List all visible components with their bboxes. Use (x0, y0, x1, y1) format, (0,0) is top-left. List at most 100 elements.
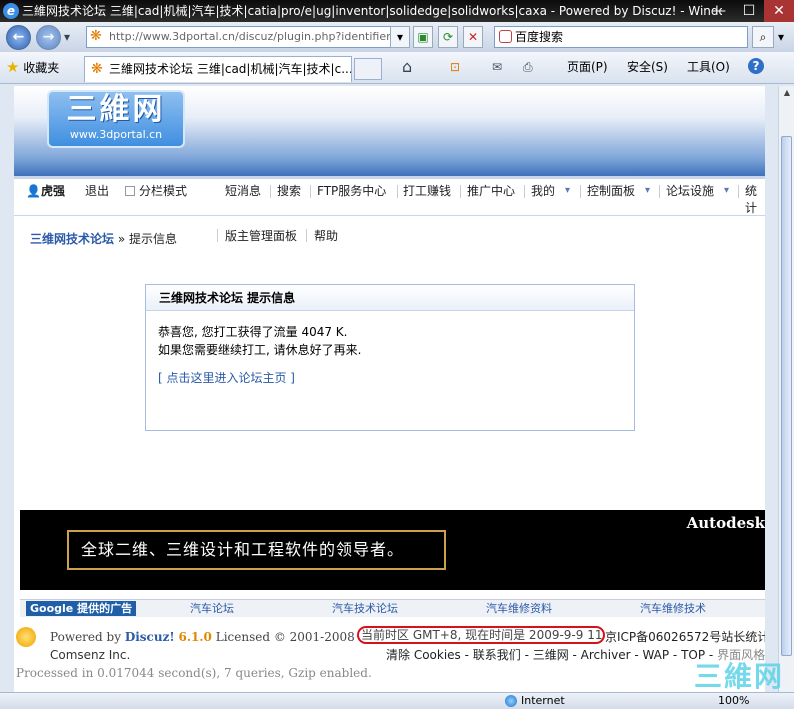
ad-link[interactable]: 汽车技术论坛 (332, 601, 398, 617)
message-line-1: 恭喜您, 您打工获得了流量 4047 K. (158, 325, 348, 339)
company-link[interactable]: Comsenz Inc. (50, 648, 130, 662)
command-bar: ★ 收藏夹 ❋ 三維网技术论坛 三维|cad|机械|汽车|技术|c... ⌂ ⊡… (0, 52, 794, 84)
google-ads-label: Google 提供的广告 (26, 601, 137, 616)
site-logo[interactable]: 三維网 www.3dportal.cn (47, 90, 185, 148)
vertical-scrollbar[interactable]: ▲ (778, 86, 794, 692)
search-input[interactable]: 百度搜索 (494, 26, 748, 48)
favorites-label: 收藏夹 (23, 61, 60, 75)
watermark-logo: 三維网 (694, 660, 785, 693)
menu-divider (738, 185, 739, 198)
menu-item-search[interactable]: 搜索 (277, 183, 301, 199)
maximize-button[interactable]: ☐ (734, 0, 764, 22)
history-dropdown-icon[interactable]: ▾ (64, 30, 70, 44)
refresh-button[interactable]: ⟳ (438, 26, 458, 48)
home-icon[interactable]: ⌂ (402, 58, 412, 76)
breadcrumb-home[interactable]: 三维网技术论坛 (30, 232, 114, 246)
menu-divider (397, 185, 398, 198)
safety-menu[interactable]: 安全(S) (627, 58, 668, 76)
ad-link[interactable]: 汽车论坛 (190, 601, 234, 617)
window-titlebar: e 三維网技术论坛 三维|cad|机械|汽车|技术|catia|pro/e|ug… (0, 0, 794, 22)
page-menu[interactable]: 页面(P) (567, 58, 608, 76)
ad-link[interactable]: 汽车维修资料 (486, 601, 552, 617)
processed-info: Processed in 0.017044 second(s), 7 queri… (16, 666, 372, 680)
tools-menu[interactable]: 工具(O) (687, 58, 730, 76)
time-info: 当前时区 GMT+8, 现在时间是 2009-9-9 11:25 (357, 626, 605, 644)
globe-icon (505, 695, 517, 707)
site-favicon-icon: ❋ (90, 28, 102, 44)
autodesk-banner[interactable]: Autodesk 全球二维、三维设计和工程软件的领导者。 (20, 510, 765, 590)
page-footer: Powered by Discuz! 6.1.0 Licensed © 2001… (14, 622, 765, 692)
close-window-button[interactable]: ✕ (764, 0, 794, 22)
chevron-down-icon: ▾ (565, 185, 571, 196)
favorites-button[interactable]: ★ 收藏夹 (6, 58, 59, 77)
logo-text: 三維网 (66, 92, 166, 127)
powered-by: Powered by Discuz! 6.1.0 Licensed © 2001… (50, 630, 355, 644)
menu-item-facilities[interactable]: 论坛设施 (666, 183, 714, 199)
menu-user[interactable]: 👤虎强 (26, 183, 65, 199)
scroll-thumb[interactable] (781, 136, 792, 656)
ie-logo-icon: e (3, 3, 19, 19)
feeds-icon[interactable]: ⊡ (450, 58, 460, 76)
menu-item-mine[interactable]: 我的 (531, 183, 555, 199)
address-bar[interactable]: ❋ http://www.3dportal.cn/discuz/plugin.p… (86, 26, 406, 48)
tab-favicon-icon: ❋ (91, 61, 103, 77)
chevron-down-icon: ▾ (645, 185, 651, 196)
search-placeholder: 百度搜索 (515, 30, 564, 44)
menu-item-control[interactable]: 控制面板 (587, 183, 635, 199)
new-tab-button[interactable] (354, 58, 382, 80)
breadcrumb-separator: » (117, 232, 126, 246)
back-button[interactable]: ← (6, 25, 31, 50)
menu-item-promo[interactable]: 推广中心 (467, 183, 515, 199)
message-line-2: 如果您需要继续打工, 请休息好了再来. (158, 343, 362, 357)
menu-item-stats[interactable]: 统计 (745, 183, 759, 217)
menu-divider (580, 185, 581, 198)
scroll-up-icon[interactable]: ▲ (780, 86, 794, 100)
menu-divider (310, 185, 311, 198)
status-bar: Internet 100% (0, 692, 794, 709)
menu-user-label: 虎强 (40, 184, 65, 198)
menu-divider (270, 185, 271, 198)
address-dropdown-icon[interactable]: ▾ (390, 26, 410, 48)
search-go-button[interactable]: ⌕ (752, 26, 774, 48)
chevron-down-icon: ▾ (724, 185, 730, 196)
forum-home-link[interactable]: [ 点击这里进入论坛主页 ] (158, 369, 622, 387)
discuz-link[interactable]: Discuz! (125, 630, 175, 644)
minimize-button[interactable]: — (704, 0, 734, 22)
menu-item-work[interactable]: 打工赚钱 (403, 183, 451, 199)
zone-label: Internet (521, 694, 565, 707)
left-frame (0, 86, 14, 692)
web-page: 三維网 www.3dportal.cn 👤虎强 退出 分栏模式 短消息 搜索 F… (14, 86, 765, 692)
search-options-icon[interactable]: ▾ (778, 30, 784, 44)
forum-menu: 👤虎强 退出 分栏模式 短消息 搜索 FTP服务中心 打工赚钱 推广中心 我的 … (14, 176, 765, 216)
discuz-version: 6.1.0 (178, 630, 212, 644)
zoom-level[interactable]: 100% (718, 693, 749, 709)
license-text: Licensed © 2001-2008 (215, 630, 355, 644)
menu-divider (460, 185, 461, 198)
menu-item-ftp[interactable]: FTP服务中心 (317, 183, 386, 199)
menu-split[interactable]: 分栏模式 (125, 183, 187, 199)
help-icon[interactable]: ? (748, 58, 764, 74)
address-url: http://www.3dportal.cn/discuz/plugin.php… (109, 30, 406, 43)
tab-title: 三維网技术论坛 三维|cad|机械|汽车|技术|c... (109, 62, 352, 76)
forward-button[interactable]: → (36, 25, 61, 50)
compat-view-icon[interactable]: ▣ (413, 26, 433, 48)
breadcrumb: 三维网技术论坛 » 提示信息 (30, 230, 177, 247)
user-icon: 👤 (26, 184, 41, 198)
breadcrumb-current: 提示信息 (129, 232, 178, 246)
browser-tab[interactable]: ❋ 三維网技术论坛 三维|cad|机械|汽车|技术|c... (84, 56, 352, 82)
print-icon[interactable]: ⎙ (523, 58, 533, 76)
navigation-bar: ← → ▾ ❋ http://www.3dportal.cn/discuz/pl… (0, 22, 794, 52)
banner-slogan: 全球二维、三维设计和工程软件的领导者。 (67, 530, 446, 570)
footer-nav-links[interactable]: 清除 Cookies - 联系我们 - 三维网 - Archiver - WAP… (386, 648, 713, 662)
security-zone[interactable]: Internet (505, 693, 565, 709)
baidu-icon (499, 30, 512, 43)
ad-link[interactable]: 汽车维修技术 (640, 601, 706, 617)
help-link[interactable]: 帮助 (314, 227, 338, 244)
menu-logout[interactable]: 退出 (85, 183, 109, 199)
stop-button[interactable]: ✕ (463, 26, 483, 48)
menu-item-messages[interactable]: 短消息 (225, 183, 261, 199)
mail-icon[interactable]: ✉ (492, 58, 502, 76)
mod-panel-link[interactable]: 版主管理面板 (225, 227, 297, 244)
icp-info[interactable]: 京ICP备06026572号站长统计 (605, 628, 765, 645)
breadcrumb-divider (217, 229, 218, 242)
